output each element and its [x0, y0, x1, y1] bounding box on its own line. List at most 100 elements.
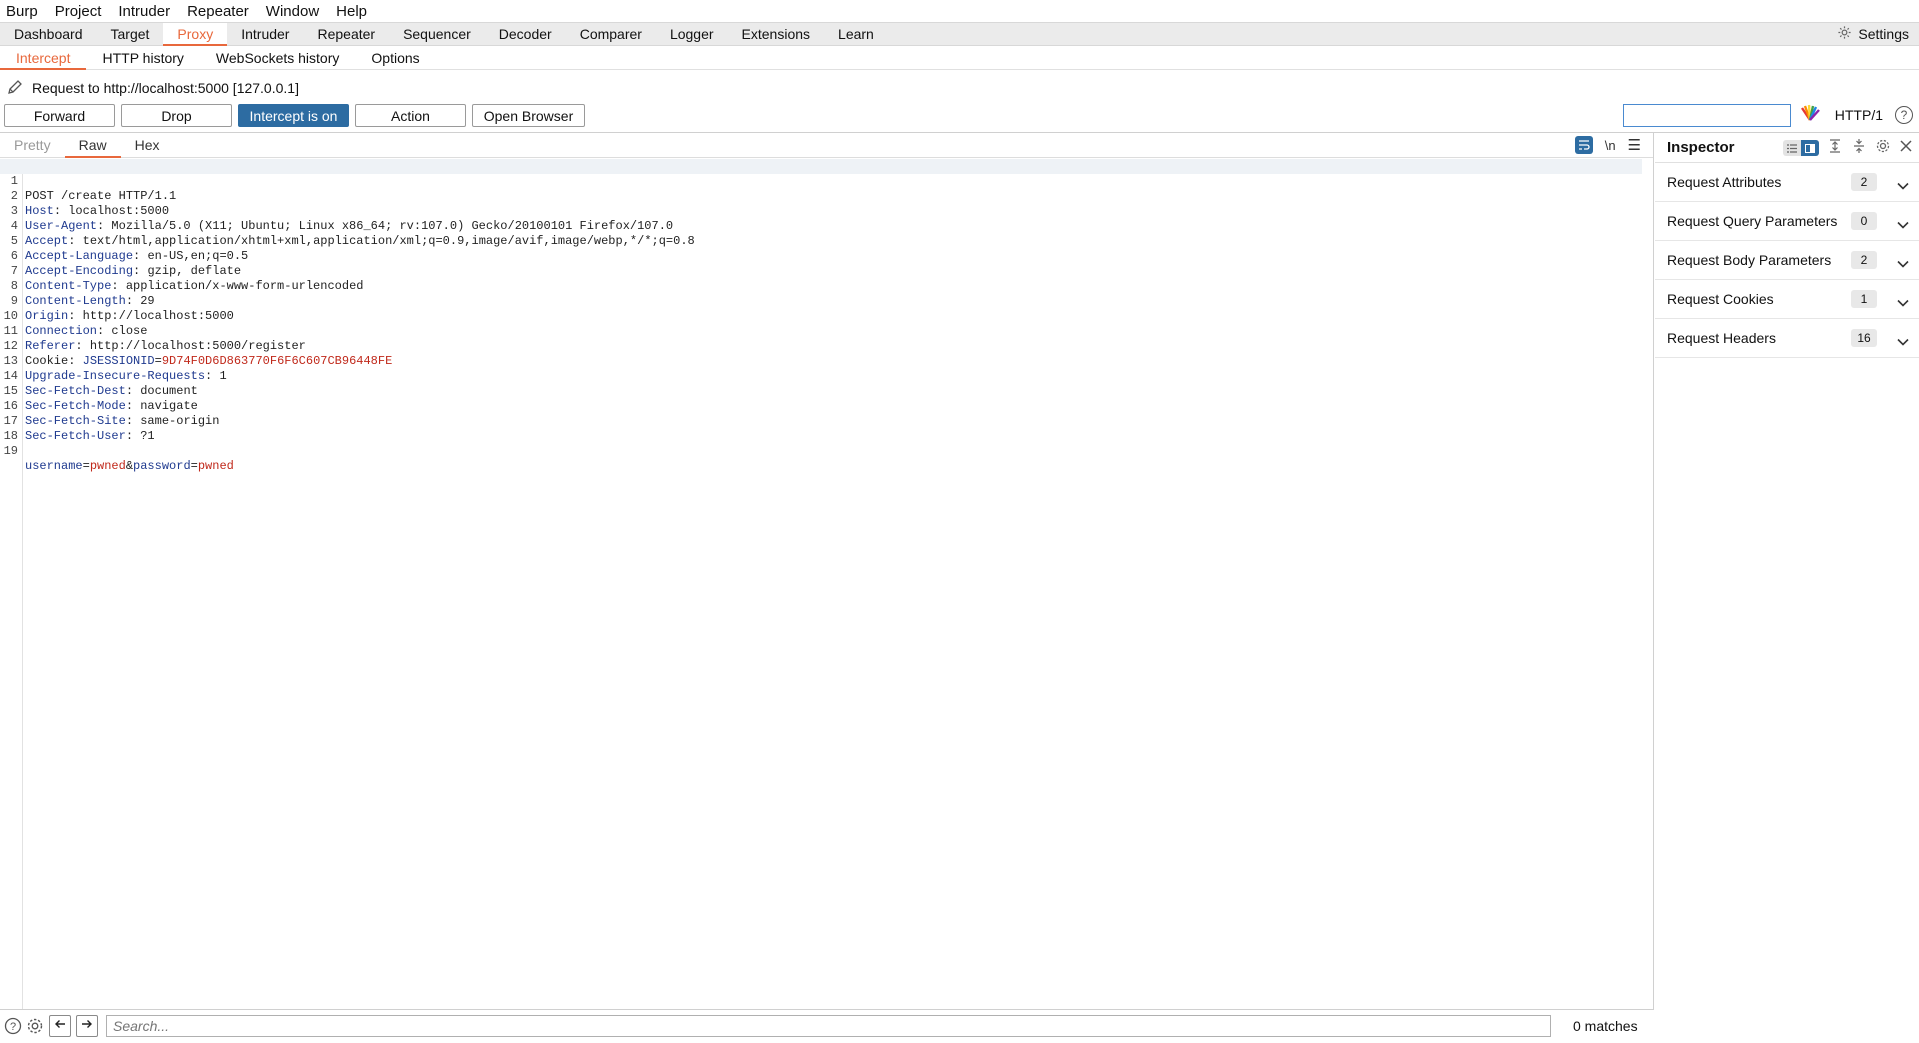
word-wrap-icon[interactable] [1574, 136, 1593, 154]
tab-intercept[interactable]: Intercept [0, 46, 87, 70]
action-button[interactable]: Action [355, 104, 466, 127]
code-line: 10 Connection: close [0, 294, 1642, 338]
chevron-down-icon[interactable] [1897, 255, 1909, 271]
section-label: Request Cookies [1667, 291, 1774, 307]
collapse-all-icon[interactable] [1851, 138, 1867, 158]
forward-button[interactable]: Forward [4, 104, 115, 127]
code-line: 14 Sec-Fetch-Dest: document [0, 354, 1642, 398]
tab-comparer[interactable]: Comparer [566, 23, 656, 45]
code-line: 17 Sec-Fetch-User: ?1 [0, 399, 1642, 443]
menu-intruder[interactable]: Intruder [118, 3, 170, 20]
http-version-label[interactable]: HTTP/1 [1835, 107, 1883, 123]
section-count-badge: 1 [1851, 290, 1877, 308]
list-layout-icon[interactable] [1783, 140, 1801, 156]
inspector-section-request-headers[interactable]: Request Headers 16 [1655, 319, 1919, 358]
tab-options[interactable]: Options [355, 46, 435, 69]
open-browser-button[interactable]: Open Browser [472, 104, 585, 127]
svg-text:?: ? [10, 1021, 16, 1033]
menu-repeater[interactable]: Repeater [187, 3, 249, 20]
editor-toolbar: \n ☰ [1574, 136, 1641, 154]
arrow-left-icon [54, 1017, 66, 1034]
tab-http-history[interactable]: HTTP history [86, 46, 199, 69]
intercept-comment-input[interactable] [1622, 103, 1791, 127]
code-line: 13 Upgrade-Insecure-Requests: 1 [0, 339, 1642, 383]
section-label: Request Body Parameters [1667, 252, 1832, 268]
inspector-settings-gear-icon[interactable] [1875, 138, 1891, 158]
chevron-down-icon[interactable] [1897, 216, 1909, 232]
hamburger-menu-icon[interactable]: ☰ [1628, 136, 1641, 154]
expand-all-icon[interactable] [1827, 138, 1843, 158]
tab-pretty[interactable]: Pretty [0, 133, 65, 157]
chevron-down-icon[interactable] [1897, 177, 1909, 193]
tab-repeater[interactable]: Repeater [303, 23, 389, 45]
request-target-label: Request to http://localhost:5000 [127.0.… [32, 80, 299, 96]
menu-window[interactable]: Window [266, 3, 319, 20]
match-count: 0 matches [1573, 1017, 1638, 1034]
tab-target[interactable]: Target [97, 23, 164, 45]
drop-button[interactable]: Drop [121, 104, 232, 127]
inspector-section-request-cookies[interactable]: Request Cookies 1 [1655, 280, 1919, 319]
highlight-color-icon[interactable] [1799, 104, 1821, 126]
param-value: pwned [89, 459, 126, 473]
proxy-sub-tab-bar: Intercept HTTP history WebSockets histor… [0, 46, 1919, 70]
tab-logger[interactable]: Logger [656, 23, 728, 45]
inspector-section-request-attributes[interactable]: Request Attributes 2 [1655, 163, 1919, 202]
layout-toggle[interactable] [1783, 140, 1819, 156]
request-body-editor[interactable]: 1 POST /create HTTP/1.1 2 Host: localhos… [0, 159, 1654, 1009]
chevron-down-icon[interactable] [1897, 294, 1909, 310]
help-icon[interactable]: ? [1895, 106, 1913, 124]
code-line: 19 username=pwned&password=pwned [0, 429, 1642, 473]
close-icon[interactable] [1899, 139, 1913, 157]
section-label: Request Attributes [1667, 174, 1782, 190]
inspector-section-request-body-parameters[interactable]: Request Body Parameters 2 [1655, 241, 1919, 280]
search-bar: ? 0 matches [0, 1009, 1654, 1041]
code-line: 4 Accept: text/html,application/xhtml+xm… [0, 204, 1642, 248]
code-line: 15 Sec-Fetch-Mode: navigate [0, 369, 1642, 413]
tab-intruder[interactable]: Intruder [227, 23, 303, 45]
code-line: 7 Content-Type: application/x-www-form-u… [0, 249, 1642, 293]
code-line: 1 POST /create HTTP/1.1 [0, 159, 1642, 203]
param-value: pwned [197, 459, 234, 473]
pencil-icon[interactable] [6, 78, 24, 99]
tab-websockets-history[interactable]: WebSockets history [200, 46, 355, 69]
gear-icon[interactable] [26, 1017, 44, 1035]
code-line: 16 Sec-Fetch-Site: same-origin [0, 384, 1642, 428]
previous-match-button[interactable] [49, 1014, 71, 1037]
body-line: username=pwned&password=pwned [25, 459, 234, 473]
tab-proxy[interactable]: Proxy [163, 23, 228, 46]
line-number: 19 [3, 444, 18, 458]
section-label: Request Query Parameters [1667, 213, 1838, 229]
menu-project[interactable]: Project [55, 3, 102, 20]
tab-learn[interactable]: Learn [824, 23, 888, 45]
tab-raw[interactable]: Raw [64, 133, 121, 158]
code-line: 9 Origin: http://localhost:5000 [0, 279, 1642, 323]
gear-icon [1837, 25, 1852, 43]
menu-help[interactable]: Help [336, 3, 367, 20]
section-count-badge: 0 [1851, 212, 1877, 230]
tab-dashboard[interactable]: Dashboard [0, 23, 97, 45]
section-count-badge: 2 [1851, 251, 1877, 269]
code-line: 3 User-Agent: Mozilla/5.0 (X11; Ubuntu; … [0, 189, 1642, 233]
request-editor: Pretty Raw Hex \n ☰ 1 POST /create HTTP/… [0, 133, 1654, 1009]
tab-extensions[interactable]: Extensions [728, 23, 824, 45]
panel-layout-icon[interactable] [1801, 140, 1819, 156]
code-line: 5 Accept-Language: en-US,en;q=0.5 [0, 219, 1642, 263]
inspector-section-request-query-parameters[interactable]: Request Query Parameters 0 [1655, 202, 1919, 241]
inspector-panel: Inspector Request Attributes 2 Request Q… [1655, 133, 1919, 1043]
arrow-right-icon [81, 1017, 93, 1034]
show-newlines-icon[interactable]: \n [1605, 138, 1616, 153]
next-match-button[interactable] [76, 1014, 98, 1037]
menu-burp[interactable]: Burp [6, 3, 38, 20]
settings-label: Settings [1858, 26, 1909, 42]
section-count-badge: 2 [1851, 173, 1877, 191]
search-input[interactable] [106, 1014, 1551, 1037]
settings-button[interactable]: Settings [1837, 23, 1909, 45]
tab-sequencer[interactable]: Sequencer [389, 23, 485, 45]
chevron-down-icon[interactable] [1897, 333, 1909, 349]
tab-hex[interactable]: Hex [121, 133, 174, 157]
main-tab-bar: Dashboard Target Proxy Intruder Repeater… [0, 22, 1919, 46]
request-info: Request to http://localhost:5000 [127.0.… [6, 78, 299, 98]
intercept-toggle-button[interactable]: Intercept is on [238, 104, 349, 127]
tab-decoder[interactable]: Decoder [485, 23, 566, 45]
help-icon[interactable]: ? [4, 1017, 22, 1035]
